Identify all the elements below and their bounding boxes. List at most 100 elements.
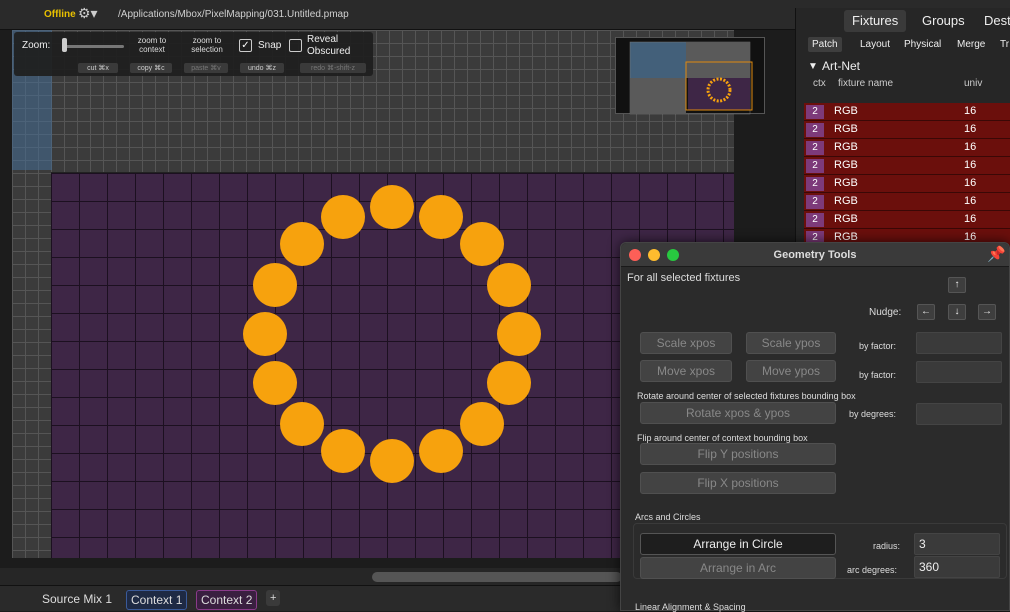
fixture-dot[interactable] (418, 429, 463, 474)
table-row[interactable]: 2 RGB 16 (804, 211, 1010, 229)
fixture-dot[interactable] (370, 439, 414, 483)
canvas-toolbar: Zoom: zoom to context zoom to selection … (14, 32, 373, 76)
zoom-to-selection-button[interactable]: zoom to selection (186, 36, 228, 54)
table-row[interactable]: 2 RGB 16 (804, 157, 1010, 175)
nudge-left-icon[interactable]: ← (917, 304, 935, 320)
arrange-circle-button[interactable]: Arrange in Circle (640, 533, 836, 555)
zoom-to-context-button[interactable]: zoom to context (132, 36, 172, 54)
move-ypos-button[interactable]: Move ypos (746, 360, 836, 382)
add-tab-button[interactable]: + (266, 590, 281, 606)
scale-factor-field[interactable] (916, 332, 1002, 354)
zoom-slider-handle[interactable] (62, 38, 67, 52)
tab-context-1[interactable]: Context 1 (126, 590, 188, 610)
move-factor-field[interactable] (916, 361, 1002, 383)
copy-button[interactable]: copy ⌘c (130, 63, 172, 73)
row-ctx: 2 (806, 213, 824, 227)
fixture-dot[interactable] (252, 360, 297, 405)
for-all-label: For all selected fixtures (627, 272, 741, 284)
fixtures-panel: Fixtures Groups Dest Patch Layout Physic… (795, 8, 1010, 253)
row-univ: 16 (964, 177, 977, 189)
fixture-dot[interactable] (487, 263, 532, 308)
subtab-tr[interactable]: Tr (996, 37, 1010, 52)
scale-xpos-button[interactable]: Scale xpos (640, 332, 732, 354)
radius-label: radius: (873, 541, 901, 551)
nudge-down-icon[interactable]: ↓ (948, 304, 966, 320)
tab-context-2[interactable]: Context 2 (196, 590, 258, 610)
arc-degrees-label: arc degrees: (847, 565, 898, 575)
minimap-preview (629, 41, 753, 115)
column-fixture-name[interactable]: fixture name (838, 78, 893, 89)
row-name: RGB (834, 141, 858, 153)
offline-status[interactable]: Offline (44, 9, 76, 20)
nudge-label: Nudge: (869, 307, 902, 318)
horizontal-scrollbar[interactable] (372, 572, 622, 582)
fixture-dot[interactable] (280, 222, 325, 267)
table-row[interactable]: 2 RGB 16 (804, 103, 1010, 121)
zoom-slider[interactable] (62, 45, 124, 48)
fixture-dot[interactable] (280, 401, 325, 446)
radius-field[interactable]: 3 (914, 533, 1000, 555)
minimap[interactable] (615, 37, 765, 115)
cut-button[interactable]: cut ⌘x (78, 63, 118, 73)
fixture-dot[interactable] (321, 194, 366, 239)
reveal-obscured-checkbox[interactable] (289, 39, 302, 52)
rotate-degrees-label: by degrees: (849, 409, 897, 419)
subtab-merge[interactable]: Merge (953, 37, 989, 52)
tab-dest[interactable]: Dest (976, 10, 1010, 32)
fixture-dot[interactable] (418, 194, 463, 239)
column-ctx[interactable]: ctx (813, 78, 826, 89)
row-univ: 16 (964, 123, 977, 135)
nudge-up-icon[interactable]: ↑ (948, 277, 966, 293)
table-row[interactable]: 2 RGB 16 (804, 193, 1010, 211)
fixture-dot[interactable] (459, 401, 504, 446)
rotate-degrees-field[interactable] (916, 403, 1002, 425)
gear-icon[interactable]: ⚙▾ (78, 5, 98, 22)
flip-x-button[interactable]: Flip X positions (640, 472, 836, 494)
nudge-right-icon[interactable]: → (978, 304, 996, 320)
fixture-dot[interactable] (370, 185, 414, 229)
arc-degrees-field[interactable]: 360 (914, 556, 1000, 578)
move-xpos-button[interactable]: Move xpos (640, 360, 732, 382)
window-title: Geometry Tools (773, 249, 857, 261)
subtab-layout[interactable]: Layout (856, 37, 894, 52)
table-row[interactable]: 2 RGB 16 (804, 139, 1010, 157)
table-row[interactable]: 2 RGB 16 (804, 175, 1010, 193)
fixture-dot[interactable] (459, 222, 504, 267)
rotate-button[interactable]: Rotate xpos & ypos (640, 402, 836, 424)
row-ctx: 2 (806, 159, 824, 173)
arrange-arc-button[interactable]: Arrange in Arc (640, 557, 836, 579)
fixture-dot[interactable] (321, 429, 366, 474)
row-ctx: 2 (806, 141, 824, 155)
pin-icon[interactable]: 📌 (987, 245, 1006, 263)
tab-source-mix-1[interactable]: Source Mix 1 (38, 590, 116, 608)
scale-factor-label: by factor: (859, 341, 897, 351)
row-univ: 16 (964, 159, 977, 171)
row-name: RGB (834, 213, 858, 225)
move-factor-label: by factor: (859, 370, 897, 380)
flip-y-button[interactable]: Flip Y positions (640, 443, 836, 465)
fixture-dot[interactable] (487, 360, 532, 405)
subtab-patch[interactable]: Patch (808, 37, 842, 52)
window-titlebar[interactable]: Geometry Tools 📌 (621, 243, 1009, 267)
table-row[interactable]: 2 RGB 16 (804, 121, 1010, 139)
file-path: /Applications/Mbox/PixelMapping/031.Unti… (118, 9, 349, 20)
row-ctx: 2 (806, 195, 824, 209)
tab-fixtures[interactable]: Fixtures (844, 10, 907, 32)
paste-button[interactable]: paste ⌘v (184, 63, 228, 73)
context-tab-bar: Source Mix 1 Context 1 Context 2 + (0, 585, 620, 611)
collapse-triangle-icon[interactable]: ▼ (808, 61, 818, 72)
reveal-obscured-label: Reveal Obscured (307, 34, 351, 57)
row-ctx: 2 (806, 177, 824, 191)
subtab-physical[interactable]: Physical (900, 37, 945, 52)
redo-button[interactable]: redo ⌘-shift-z (300, 63, 366, 73)
arcs-header: Arcs and Circles (635, 512, 701, 522)
scale-ypos-button[interactable]: Scale ypos (746, 332, 836, 354)
row-name: RGB (834, 195, 858, 207)
fixture-dot[interactable] (497, 312, 541, 356)
fixture-dot[interactable] (252, 263, 297, 308)
snap-checkbox[interactable]: ✓ (239, 39, 252, 52)
undo-button[interactable]: undo ⌘z (240, 63, 284, 73)
tab-groups[interactable]: Groups (914, 10, 973, 32)
column-univ[interactable]: univ (964, 78, 982, 89)
fixture-dot[interactable] (243, 312, 287, 356)
